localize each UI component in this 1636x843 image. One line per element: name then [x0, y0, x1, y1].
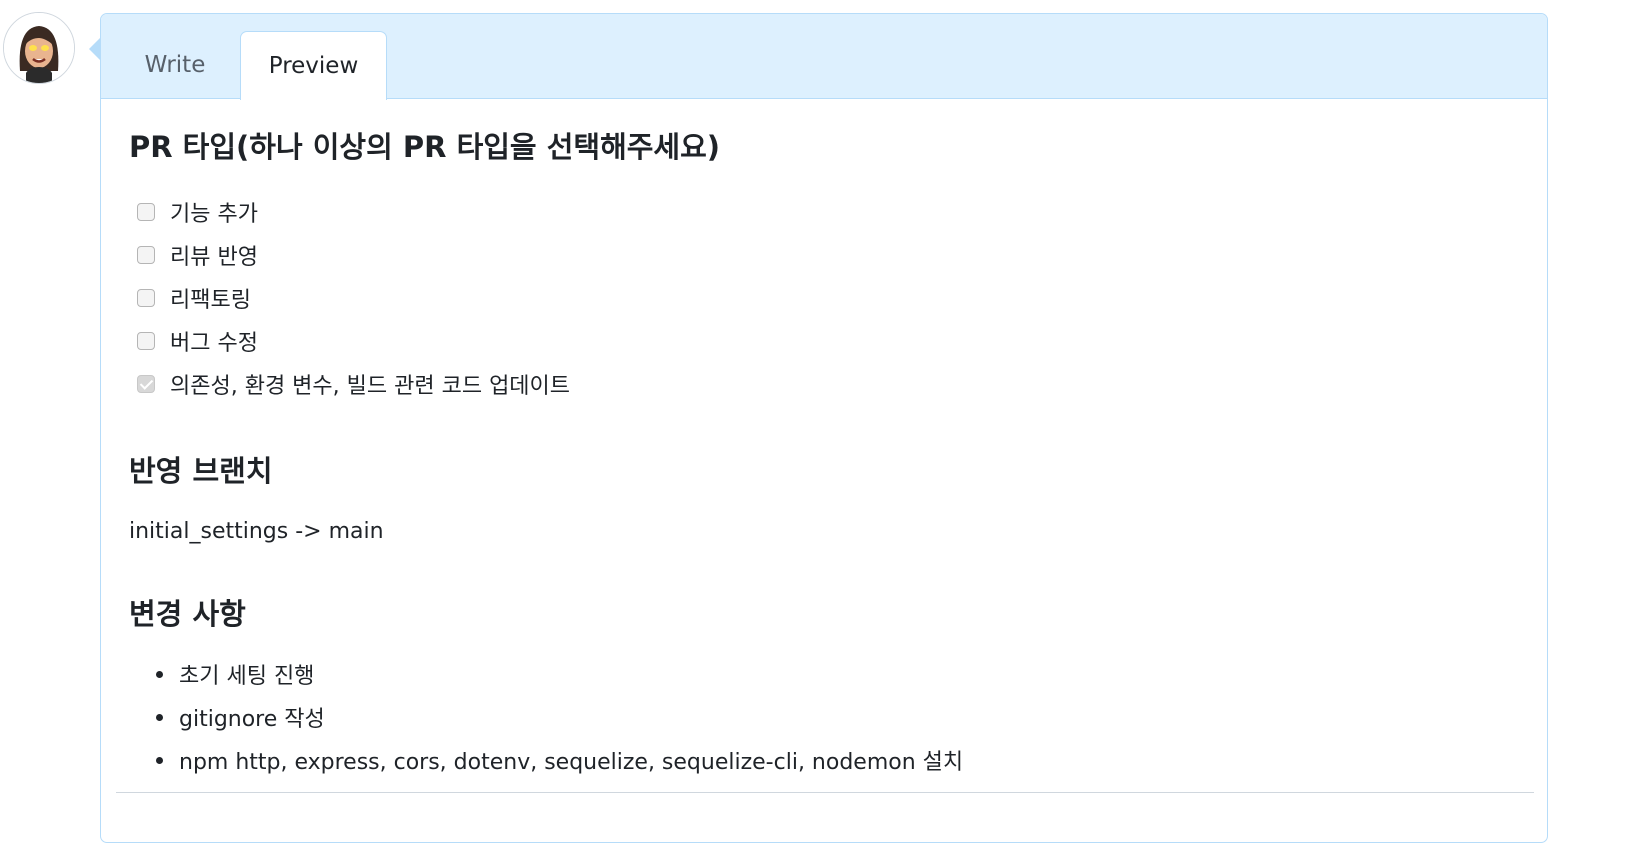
task-item-label: 의존성, 환경 변수, 빌드 관련 코드 업데이트 [170, 374, 571, 399]
bullet-icon [156, 756, 163, 764]
task-item-label: 리뷰 반영 [170, 245, 258, 270]
branch-text: initial_settings -> main [129, 519, 384, 544]
task-checkbox[interactable] [137, 332, 155, 350]
bullet-icon [156, 670, 163, 678]
task-checkbox-checked[interactable] [137, 375, 155, 393]
comment-editor: Write Preview PR 타입(하나 이상의 PR 타입을 선택해주세요… [100, 13, 1548, 843]
tab-write[interactable]: Write [123, 31, 227, 100]
task-item-refactor: 리팩토링 [137, 283, 251, 313]
divider [116, 792, 1534, 793]
task-item-label: 리팩토링 [170, 288, 251, 313]
list-item-text: 초기 세팅 진행 [179, 664, 315, 689]
task-checkbox[interactable] [137, 246, 155, 264]
changes-heading: 변경 사항 [129, 597, 246, 631]
memoji-avatar-icon [4, 13, 74, 83]
task-item-feature: 기능 추가 [137, 197, 258, 227]
editor-tab-header: Write Preview [101, 14, 1547, 100]
list-item: 초기 세팅 진행 [156, 659, 314, 689]
list-item-text: gitignore 작성 [179, 707, 325, 732]
branch-heading: 반영 브랜치 [129, 454, 273, 488]
tab-preview[interactable]: Preview [240, 31, 387, 100]
task-item-dependencies: 의존성, 환경 변수, 빌드 관련 코드 업데이트 [137, 369, 570, 399]
task-checkbox[interactable] [137, 289, 155, 307]
list-item-text: npm http, express, cors, dotenv, sequeli… [179, 750, 964, 775]
task-item-bugfix: 버그 수정 [137, 326, 258, 356]
task-item-label: 버그 수정 [170, 331, 258, 356]
task-item-review: 리뷰 반영 [137, 240, 258, 270]
task-checkbox[interactable] [137, 203, 155, 221]
bullet-icon [156, 713, 163, 721]
list-item: npm http, express, cors, dotenv, sequeli… [156, 745, 963, 775]
pr-type-heading: PR 타입(하나 이상의 PR 타입을 선택해주세요) [129, 130, 721, 164]
user-avatar[interactable] [3, 12, 75, 84]
list-item: gitignore 작성 [156, 702, 325, 732]
task-item-label: 기능 추가 [170, 202, 258, 227]
